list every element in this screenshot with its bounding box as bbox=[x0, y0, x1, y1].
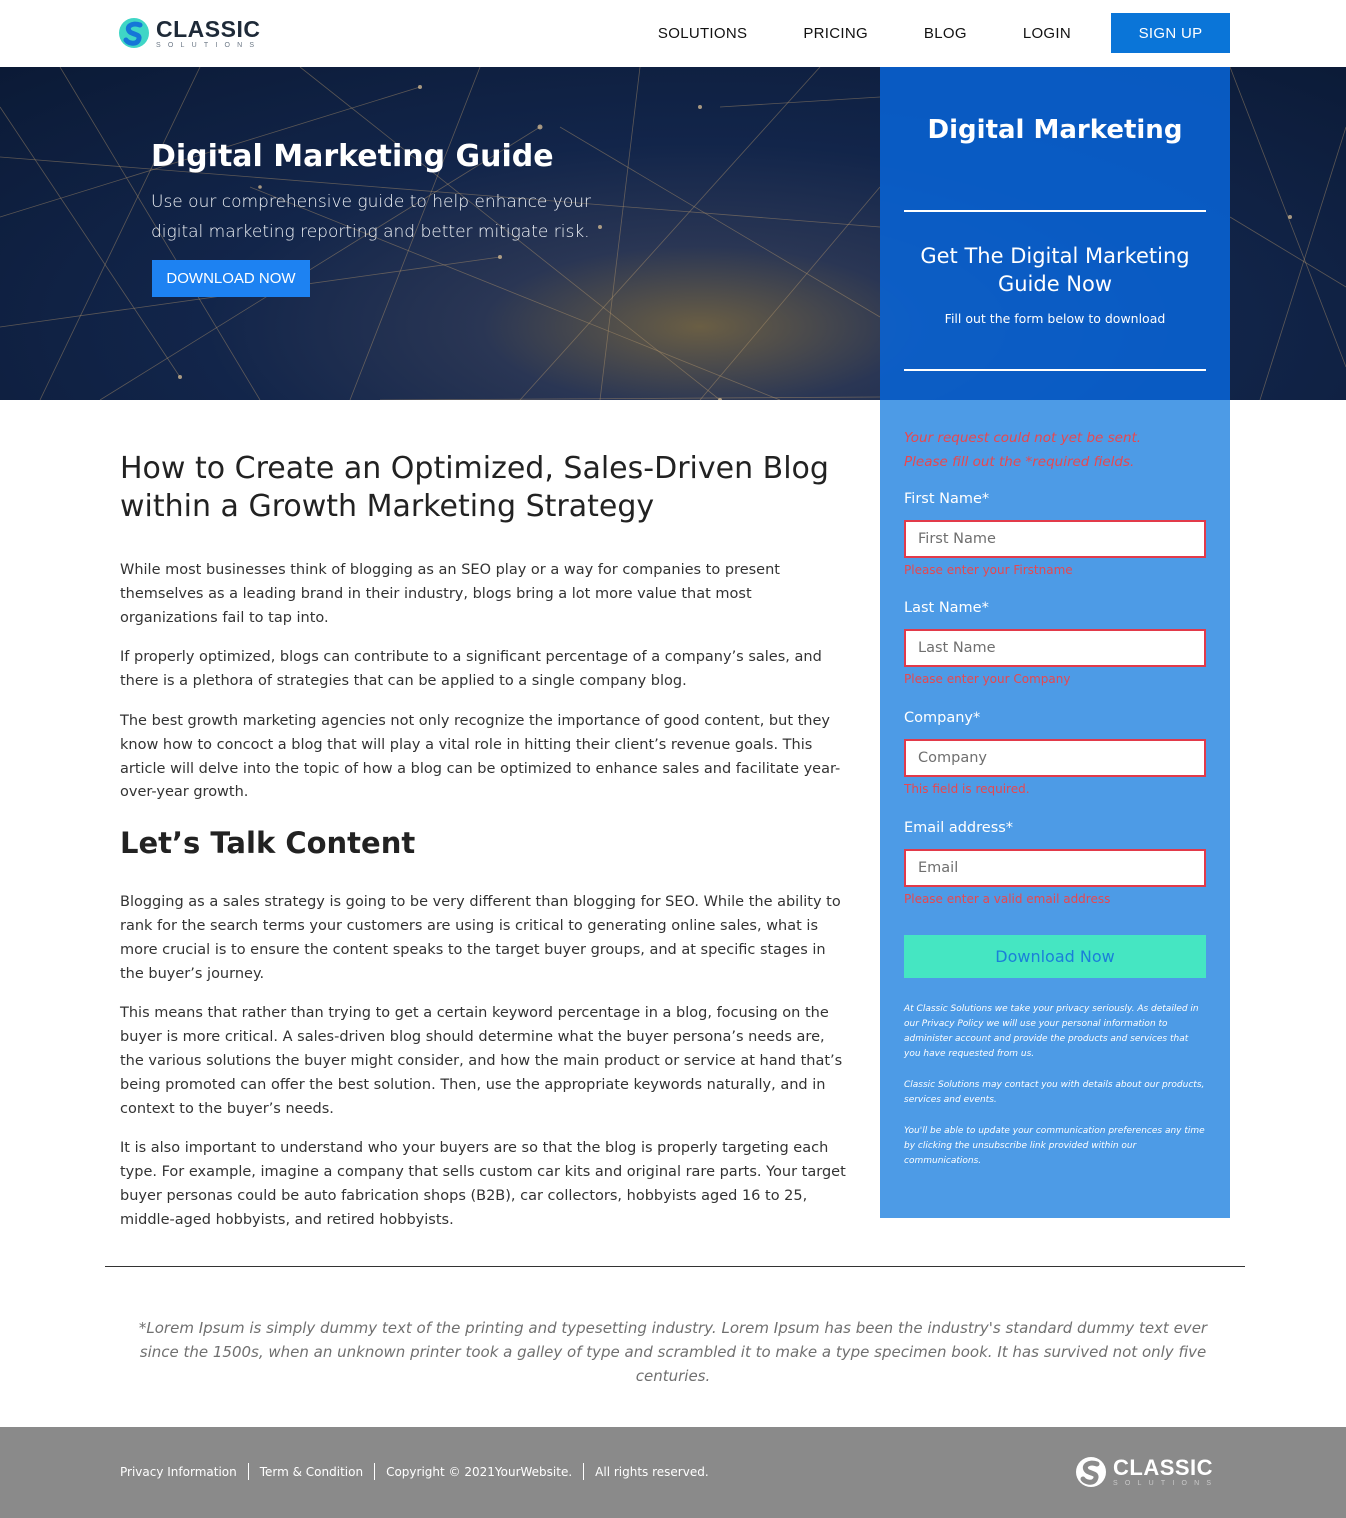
logo-icon bbox=[1075, 1456, 1107, 1488]
nav-solutions[interactable]: SOLUTIONS bbox=[658, 25, 747, 42]
footer-logo-wordmark: CLASSIC bbox=[1113, 1455, 1214, 1480]
last-name-label: Last Name* bbox=[904, 600, 989, 616]
nav-login[interactable]: LOGIN bbox=[1023, 25, 1071, 42]
footer-logo-tagline: SOLUTIONS bbox=[1113, 1480, 1219, 1487]
footer-link-privacy[interactable]: Privacy Information bbox=[120, 1465, 237, 1479]
article-title: How to Create an Optimized, Sales-Driven… bbox=[120, 451, 829, 524]
footer-links: Privacy Information Term & Condition Cop… bbox=[120, 1463, 709, 1480]
download-form: Your request could not yet be sent. Plea… bbox=[880, 400, 1230, 1218]
first-name-error: Please enter your Firstname bbox=[904, 563, 1073, 577]
disclaimer-text: *Lorem Ipsum is simply dummy text of the… bbox=[138, 1319, 1208, 1385]
site-footer: Privacy Information Term & Condition Cop… bbox=[0, 1427, 1346, 1518]
site-header: CLASSIC SOLUTIONS SOLUTIONS PRICING BLOG… bbox=[0, 0, 1346, 67]
logo-tagline: SOLUTIONS bbox=[156, 41, 262, 49]
logo-wordmark: CLASSIC bbox=[156, 15, 261, 42]
form-download-button[interactable]: Download Now bbox=[904, 935, 1206, 978]
panel-title: Digital Marketing bbox=[927, 115, 1183, 145]
article-paragraph: It is also important to understand who y… bbox=[120, 1140, 846, 1228]
footer-rights: All rights reserved. bbox=[595, 1464, 709, 1479]
panel-divider bbox=[904, 369, 1206, 371]
form-error-line: Please fill out the *required fields. bbox=[904, 454, 1135, 470]
nav-blog[interactable]: BLOG bbox=[924, 25, 967, 42]
blog-article: How to Create an Optimized, Sales-Driven… bbox=[120, 450, 852, 1249]
hero-download-button[interactable]: DOWNLOAD NOW bbox=[152, 260, 310, 297]
footer-link-terms[interactable]: Term & Condition bbox=[260, 1465, 363, 1479]
footer-separator bbox=[374, 1463, 376, 1480]
panel-note: Fill out the form below to download bbox=[944, 311, 1166, 326]
article-subheading: Let’s Talk Content bbox=[120, 826, 416, 861]
panel-divider bbox=[904, 210, 1206, 212]
article-paragraph: Blogging as a sales strategy is going to… bbox=[120, 894, 841, 982]
logo-icon bbox=[118, 17, 150, 49]
section-divider bbox=[105, 1266, 1245, 1267]
panel-heading: Get The Digital Marketing Guide Now bbox=[920, 244, 1190, 296]
company-error: This field is required. bbox=[904, 782, 1030, 796]
form-error-message: Your request could not yet be sent. Plea… bbox=[904, 426, 1206, 474]
main-nav: SOLUTIONS PRICING BLOG LOGIN SIGN UP bbox=[658, 13, 1230, 53]
form-error-line: Your request could not yet be sent. bbox=[904, 430, 1142, 446]
email-field[interactable] bbox=[904, 849, 1206, 887]
hero-subtitle: Use our comprehensive guide to help enha… bbox=[151, 192, 592, 242]
company-field[interactable] bbox=[904, 739, 1206, 777]
footer-copyright: Copyright © 2021YourWebsite. bbox=[386, 1464, 573, 1479]
email-error: Please enter a valid email address bbox=[904, 892, 1111, 906]
email-label: Email address* bbox=[904, 820, 1014, 836]
first-name-field[interactable] bbox=[904, 520, 1206, 558]
last-name-error: Please enter your Company bbox=[904, 672, 1071, 686]
hero-title: Digital Marketing Guide bbox=[151, 139, 554, 174]
last-name-field[interactable] bbox=[904, 629, 1206, 667]
signup-button[interactable]: SIGN UP bbox=[1111, 13, 1230, 53]
article-paragraph: While most businesses think of blogging … bbox=[120, 562, 780, 626]
preferences-notice: You'll be able to update your communicat… bbox=[904, 1126, 1205, 1166]
first-name-label: First Name* bbox=[904, 491, 990, 507]
download-panel-header: Digital Marketing Get The Digital Market… bbox=[880, 67, 1230, 400]
article-paragraph: This means that rather than trying to ge… bbox=[120, 1005, 843, 1117]
footer-logo[interactable]: CLASSIC SOLUTIONS bbox=[1075, 1456, 1218, 1488]
article-paragraph: The best growth marketing agencies not o… bbox=[120, 712, 841, 801]
company-label: Company* bbox=[904, 710, 981, 726]
footer-separator bbox=[583, 1463, 585, 1480]
article-paragraph: If properly optimized, blogs can contrib… bbox=[120, 649, 822, 690]
footer-separator bbox=[247, 1463, 249, 1480]
nav-pricing[interactable]: PRICING bbox=[803, 25, 868, 42]
logo[interactable]: CLASSIC SOLUTIONS bbox=[118, 16, 261, 50]
contact-notice: Classic Solutions may contact you with d… bbox=[904, 1080, 1205, 1105]
privacy-notice: At Classic Solutions we take your privac… bbox=[904, 1004, 1199, 1059]
